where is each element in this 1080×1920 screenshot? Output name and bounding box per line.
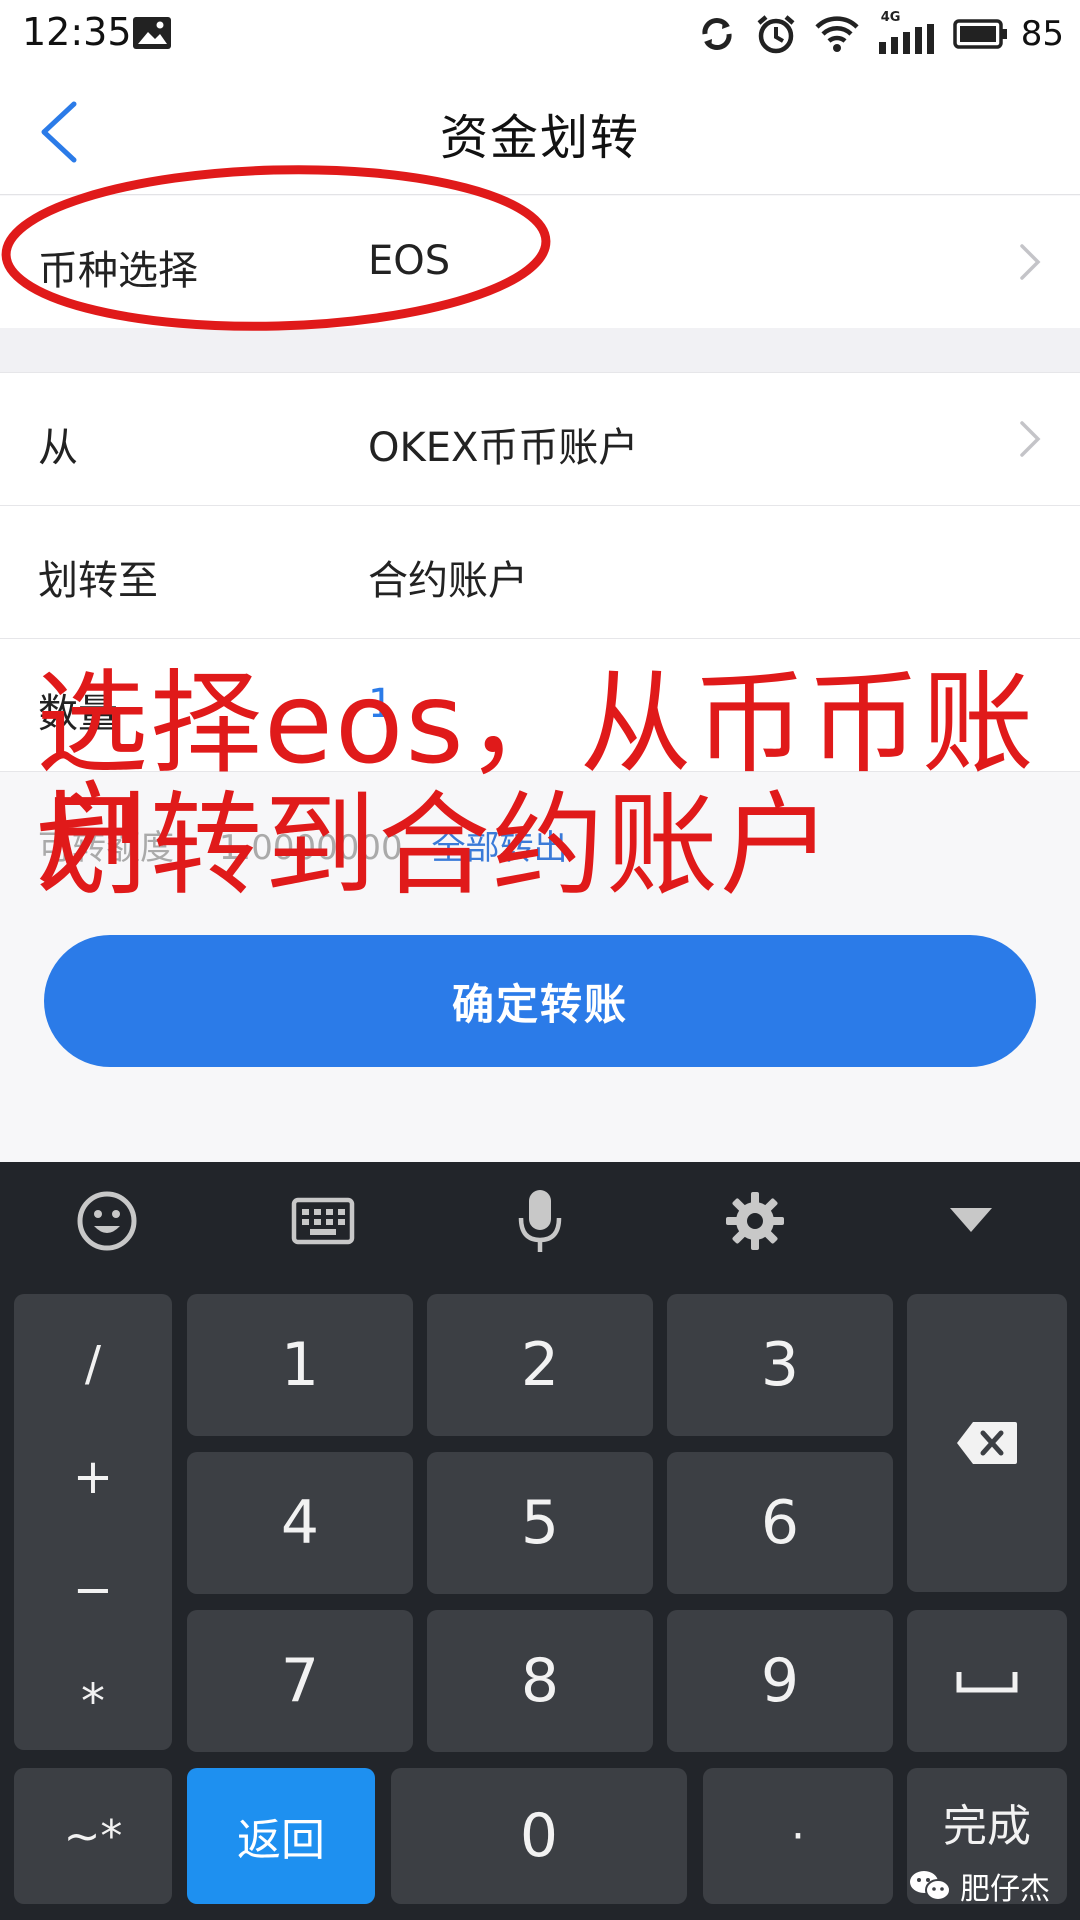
digit-key-8[interactable]: 8 <box>427 1610 653 1752</box>
keyboard-switch-icon[interactable] <box>288 1186 358 1256</box>
hide-keyboard-icon[interactable] <box>936 1186 1006 1256</box>
network-type-label: 4G <box>880 10 901 25</box>
minus-key[interactable]: − <box>14 1562 172 1618</box>
settings-gear-icon[interactable] <box>720 1186 790 1256</box>
digit-key-4[interactable]: 4 <box>187 1452 413 1594</box>
confirm-transfer-button[interactable]: 确定转账 <box>44 935 1036 1067</box>
status-bar: 12:35 4G 85 <box>0 0 1080 68</box>
from-account-row[interactable]: 从 OKEX币币账户 <box>0 373 1080 506</box>
numeric-keyboard: / + − * 1 2 3 4 5 6 7 8 9 ~* 返回 0 · 完成 肥… <box>0 1162 1080 1920</box>
space-icon <box>956 1672 1018 1693</box>
status-icons: 4G 85 <box>697 10 1064 58</box>
digit-key-2[interactable]: 2 <box>427 1294 653 1436</box>
digit-key-9[interactable]: 9 <box>667 1610 893 1752</box>
symbol-column-key[interactable]: / + − * <box>14 1294 172 1750</box>
image-notification-icon <box>133 17 171 49</box>
back-arrow-icon[interactable] <box>36 100 82 164</box>
backspace-key[interactable] <box>907 1294 1067 1592</box>
digit-key-5[interactable]: 5 <box>427 1452 653 1594</box>
alarm-icon <box>757 15 795 54</box>
status-time: 12:35 <box>22 10 132 54</box>
to-account-label: 划转至 <box>38 558 158 604</box>
asterisk-key[interactable]: * <box>14 1674 172 1730</box>
from-account-value: OKEX币币账户 <box>368 425 639 471</box>
tilde-symbols-key[interactable]: ~* <box>14 1768 172 1904</box>
emoji-icon[interactable] <box>72 1186 142 1256</box>
backspace-icon <box>957 1422 1017 1464</box>
digit-key-6[interactable]: 6 <box>667 1452 893 1594</box>
battery-icon <box>952 19 1007 49</box>
to-account-row[interactable]: 划转至 合约账户 <box>0 506 1080 639</box>
dot-key[interactable]: · <box>703 1768 893 1904</box>
microphone-icon[interactable] <box>505 1186 575 1256</box>
wifi-icon <box>815 16 859 52</box>
sync-icon <box>702 18 732 50</box>
chevron-right-icon <box>1020 421 1041 457</box>
watermark-text: 肥仔杰 <box>960 1872 1050 1907</box>
from-account-label: 从 <box>38 425 78 471</box>
red-highlight-ellipse <box>1 165 551 331</box>
back-key[interactable]: 返回 <box>187 1768 375 1904</box>
watermark: 肥仔杰 <box>908 1864 1050 1908</box>
chevron-right-icon <box>1020 244 1041 280</box>
annotation-line-2: 划转到合约账户 <box>36 781 834 911</box>
wechat-icon <box>910 1871 951 1901</box>
to-account-value: 合约账户 <box>368 558 528 604</box>
slash-key[interactable]: / <box>14 1336 172 1392</box>
cellular-signal-icon: 4G <box>877 10 935 54</box>
digit-key-1[interactable]: 1 <box>187 1294 413 1436</box>
digit-key-7[interactable]: 7 <box>187 1610 413 1752</box>
battery-percentage: 85 <box>1020 14 1064 54</box>
digit-key-0[interactable]: 0 <box>391 1768 687 1904</box>
keyboard-toolbar <box>0 1162 1080 1282</box>
digit-key-3[interactable]: 3 <box>667 1294 893 1436</box>
space-key[interactable] <box>907 1610 1067 1752</box>
plus-key[interactable]: + <box>14 1449 172 1505</box>
